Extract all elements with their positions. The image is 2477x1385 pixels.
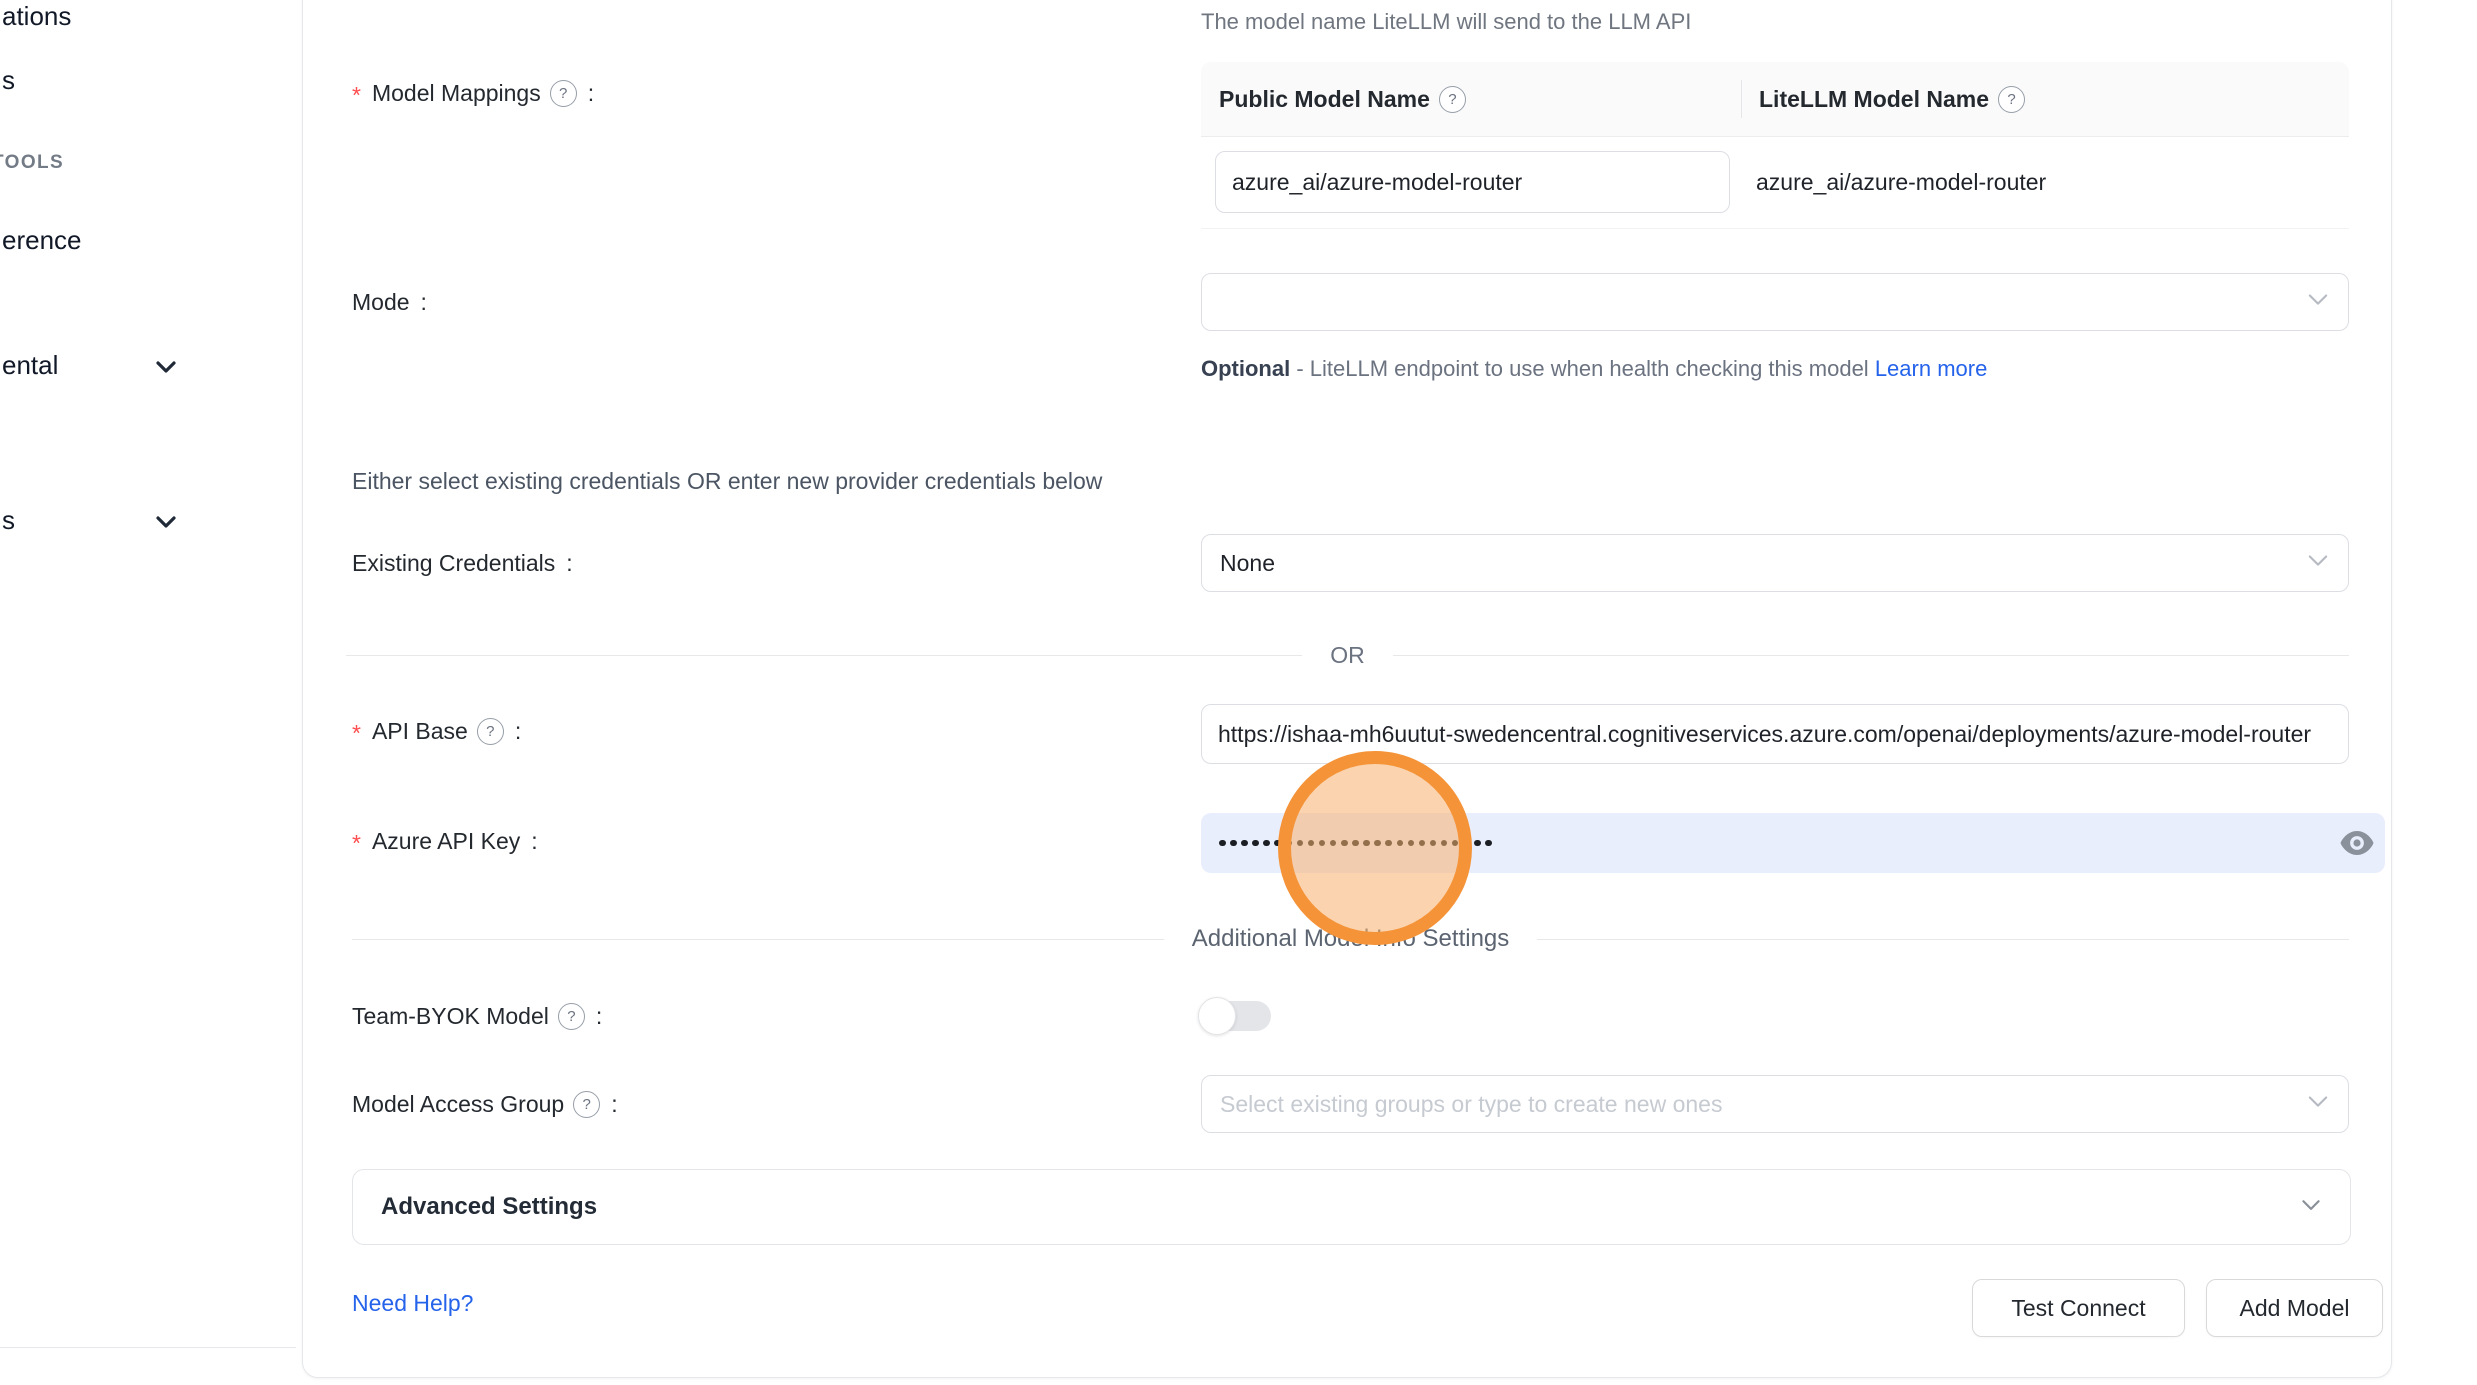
azure-api-key-input[interactable] — [1201, 813, 2385, 873]
help-icon[interactable]: ? — [550, 80, 577, 107]
help-icon[interactable]: ? — [1998, 86, 2025, 113]
sidebar-item-settings[interactable]: s — [2, 502, 15, 538]
mode-extra-hint: Optional - LiteLLM endpoint to use when … — [1201, 349, 2016, 389]
api-base-label: * API Base ? : — [352, 714, 521, 748]
advanced-settings-panel[interactable]: Advanced Settings — [352, 1169, 2351, 1245]
required-asterisk: * — [352, 82, 361, 109]
model-access-group-label: Model Access Group ? : — [352, 1087, 618, 1121]
mode-label: Mode : — [352, 285, 427, 319]
team-byok-toggle[interactable] — [1201, 1001, 1271, 1031]
litellm-add-model-page: { "ui": { "required_mark": "*", "colon":… — [0, 0, 2477, 1385]
model-access-group-select[interactable]: Select existing groups or type to create… — [1201, 1075, 2349, 1133]
required-asterisk: * — [352, 720, 361, 747]
help-icon[interactable]: ? — [477, 718, 504, 745]
sidebar-section-tools: TOOLS — [0, 145, 64, 181]
sidebar-item-inference[interactable]: erence — [2, 222, 82, 258]
model-name-hint: The model name LiteLLM will send to the … — [1201, 9, 1691, 35]
api-key-masked-value — [1219, 840, 1492, 847]
additional-settings-divider: Additional Model Info Settings — [352, 919, 2349, 959]
credentials-note: Either select existing credentials OR en… — [352, 468, 1102, 495]
add-model-button[interactable]: Add Model — [2206, 1279, 2383, 1337]
public-model-name-input[interactable] — [1215, 151, 1730, 213]
sidebar-item-experimental[interactable]: ental — [2, 347, 58, 383]
required-asterisk: * — [352, 830, 361, 857]
existing-credentials-select[interactable]: None — [1201, 534, 2349, 592]
public-model-name-header: Public Model Name ? — [1219, 82, 1466, 116]
sidebar-item-1[interactable]: s — [2, 62, 15, 98]
chevron-down-icon — [2304, 1087, 2332, 1121]
sidebar: ations s TOOLS erence ental s — [0, 0, 301, 1385]
chevron-down-icon — [2298, 1192, 2324, 1223]
learn-more-link[interactable]: Learn more — [1875, 356, 1988, 381]
litellm-model-name-header: LiteLLM Model Name ? — [1759, 82, 2025, 116]
existing-credentials-value: None — [1220, 550, 1275, 577]
test-connect-button[interactable]: Test Connect — [1972, 1279, 2185, 1337]
model-access-group-placeholder: Select existing groups or type to create… — [1220, 1091, 1722, 1118]
help-icon[interactable]: ? — [1439, 86, 1466, 113]
or-divider: OR — [346, 635, 2349, 675]
azure-api-key-label: * Azure API Key : — [352, 824, 538, 858]
sidebar-item-organizations[interactable]: ations — [2, 0, 71, 34]
chevron-down-icon[interactable] — [150, 351, 182, 388]
api-base-input[interactable] — [1201, 704, 2349, 764]
table-row-border — [1201, 228, 2349, 229]
table-column-divider — [1741, 80, 1742, 118]
litellm-model-name-value: azure_ai/azure-model-router — [1756, 165, 2046, 199]
team-byok-label: Team-BYOK Model ? : — [352, 999, 602, 1033]
chevron-down-icon — [2304, 285, 2332, 319]
add-model-form-card: The model name LiteLLM will send to the … — [302, 0, 2392, 1378]
mode-select[interactable] — [1201, 273, 2349, 331]
existing-credentials-label: Existing Credentials : — [352, 546, 573, 580]
need-help-link[interactable]: Need Help? — [352, 1290, 473, 1317]
sidebar-divider — [0, 1347, 296, 1348]
model-mappings-label: * Model Mappings ? : — [352, 76, 594, 110]
help-icon[interactable]: ? — [558, 1003, 585, 1030]
advanced-settings-title: Advanced Settings — [353, 1193, 597, 1221]
chevron-down-icon[interactable] — [150, 506, 182, 543]
chevron-down-icon — [2304, 546, 2332, 580]
eye-icon[interactable] — [2339, 829, 2375, 857]
help-icon[interactable]: ? — [573, 1091, 600, 1118]
toggle-knob — [1198, 997, 1236, 1035]
